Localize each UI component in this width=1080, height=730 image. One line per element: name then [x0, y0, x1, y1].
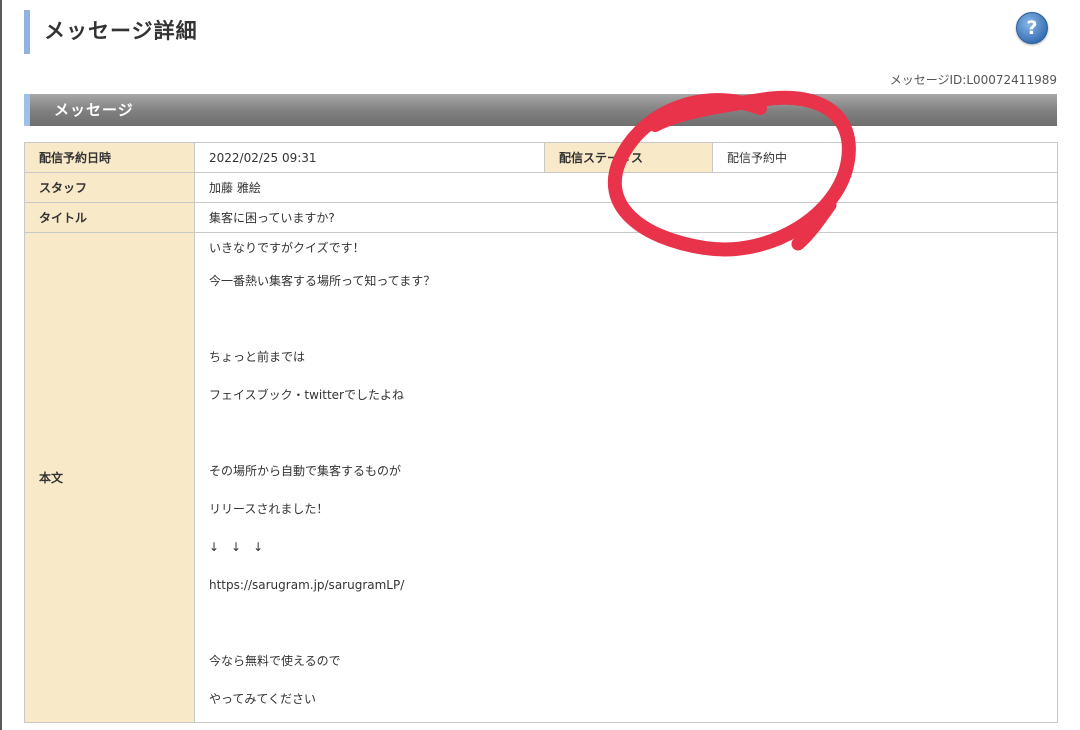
table-row-title: タイトル 集客に困っていますか? [24, 202, 1058, 233]
help-question-icon[interactable]: ? [1016, 12, 1048, 44]
table-row-schedule: 配信予約日時 2022/02/25 09:31 配信ステータス 配信予約中 [24, 142, 1058, 173]
page-title: メッセージ詳細 [44, 19, 198, 43]
message-detail-table: 配信予約日時 2022/02/25 09:31 配信ステータス 配信予約中 スタ… [24, 142, 1058, 723]
table-row-body: 本文 いきなりですがクイズです！ 今一番熱い集客する場所って知ってます？ ちょっ… [24, 232, 1058, 723]
title-label: タイトル [24, 202, 195, 233]
body-link[interactable]: https://sarugram.jp/sarugramLP/ [209, 570, 1043, 608]
body-line-blank [209, 304, 1043, 342]
status-value: 配信予約中 [712, 142, 1058, 173]
staff-label: スタッフ [24, 172, 195, 203]
body-label: 本文 [24, 232, 195, 723]
body-line: ちょっと前までは [209, 350, 306, 364]
body-line: その場所から自動で集客するものが [209, 464, 402, 478]
section-header: メッセージ [24, 94, 1057, 126]
section-title: メッセージ [54, 101, 134, 119]
schedule-label: 配信予約日時 [24, 142, 195, 173]
status-label: 配信ステータス [544, 142, 713, 173]
schedule-value: 2022/02/25 09:31 [194, 142, 545, 173]
title-accent-bar [24, 10, 30, 54]
window-left-border [0, 0, 2, 730]
body-line: ↓ ↓ ↓ [209, 540, 264, 554]
body-line: いきなりですがクイズです！ [209, 241, 365, 255]
table-row-staff: スタッフ 加藤 雅絵 [24, 172, 1058, 203]
message-id: メッセージID:L00072411989 [889, 73, 1057, 87]
body-line: 今一番熱い集客する場所って知ってます？ [209, 274, 436, 288]
body-line-blank [209, 418, 1043, 456]
body-line-blank [209, 608, 1043, 646]
body-line: 今なら無料で使えるので [209, 654, 341, 668]
title-value: 集客に困っていますか? [194, 202, 1058, 233]
body-line: フェイスブック・twitterでしたよね [209, 388, 404, 402]
body-text: いきなりですがクイズです！ 今一番熱い集客する場所って知ってます？ ちょっと前ま… [209, 233, 1043, 722]
section-accent-bar [24, 94, 30, 126]
page-header: メッセージ詳細 [24, 6, 1064, 54]
body-line: リリースされました！ [209, 502, 329, 516]
body-line: やってみてください [209, 692, 317, 706]
staff-value: 加藤 雅絵 [194, 172, 1058, 203]
body-value: いきなりですがクイズです！ 今一番熱い集客する場所って知ってます？ ちょっと前ま… [194, 232, 1058, 723]
